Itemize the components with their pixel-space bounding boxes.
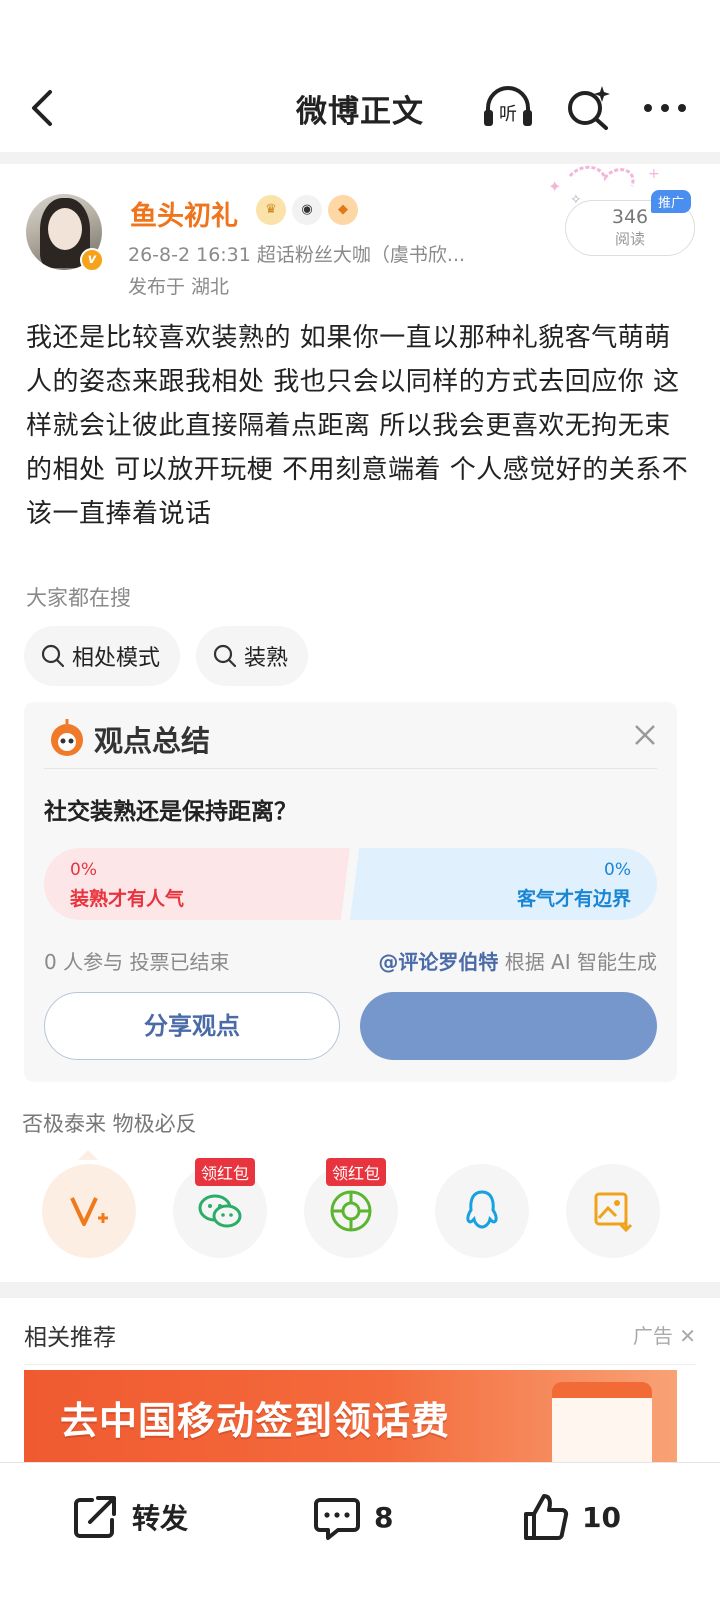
comment-button[interactable]: 8	[312, 1487, 393, 1547]
wechat-share-button[interactable]: 领红包	[173, 1158, 267, 1258]
hot-search-label: 大家都在搜	[26, 586, 131, 610]
ad-label[interactable]: 广告 ✕	[633, 1320, 696, 1349]
promo-tag: 推广	[651, 190, 692, 213]
bottom-action-bar: 转发 8 10	[0, 1462, 720, 1612]
comment-icon	[314, 1498, 360, 1540]
ad-banner[interactable]: 去中国移动签到领话费	[24, 1370, 677, 1466]
post-meta: 26-8-2 16:31 超话粉丝大咖（虞书欣...	[128, 244, 466, 266]
header-separator	[0, 152, 720, 164]
search-icon	[41, 644, 65, 668]
search-chip[interactable]: 相处模式	[24, 626, 181, 686]
svg-text:✦: ✦	[548, 177, 561, 196]
moments-share-button[interactable]: 领红包	[304, 1158, 398, 1258]
vplus-share-button[interactable]	[42, 1164, 136, 1258]
calendar-illustration-icon	[552, 1382, 652, 1466]
save-image-icon	[594, 1192, 633, 1233]
wechat-icon	[198, 1194, 242, 1228]
hot-search-chips: 相处模式 装熟	[24, 626, 309, 686]
vote-option-left[interactable]: 0% 装熟才有人气	[44, 848, 350, 920]
svg-text:+: +	[648, 166, 660, 182]
red-packet-badge: 领红包	[195, 1158, 256, 1186]
vote-right-percent: 0%	[604, 860, 631, 880]
page-title: 微博正文	[296, 94, 424, 130]
post-location: 发布于 湖北	[128, 276, 230, 298]
red-packet-badge: 领红包	[326, 1158, 387, 1186]
search-chip-label: 装熟	[244, 646, 289, 671]
summary-divider	[44, 768, 657, 769]
vote-right-label: 客气才有边界	[516, 888, 631, 910]
moments-icon	[330, 1190, 372, 1232]
vote-participants: 0 人参与 投票已结束	[44, 950, 230, 974]
top-nav-bar: 微博正文 听	[0, 60, 720, 156]
vplus-icon	[70, 1197, 108, 1226]
medal-badges: ♛ ◉ ◆	[256, 194, 358, 226]
search-chip[interactable]: 装熟	[196, 626, 309, 686]
vote-option-right[interactable]: 0% 客气才有边界	[350, 848, 657, 920]
summary-question: 社交装熟还是保持距离？	[44, 799, 297, 825]
username[interactable]: 鱼头初礼	[130, 194, 238, 233]
section-separator	[0, 1282, 720, 1298]
vote-left-percent: 0%	[70, 860, 97, 880]
repost-icon	[74, 1496, 116, 1538]
panda-medal-icon[interactable]: ◉	[292, 195, 322, 225]
like-count: 10	[582, 1500, 621, 1534]
read-label: 阅读	[614, 230, 645, 248]
ai-suffix: 根据 AI 智能生成	[498, 950, 657, 974]
qq-share-button[interactable]	[435, 1164, 529, 1258]
post-content: 我还是比较喜欢装熟的 如果你一直以那种礼貌客气萌萌人的姿态来跟我相处 我也只会以…	[26, 323, 689, 529]
thumbs-up-icon	[524, 1494, 569, 1540]
opinion-summary-card: 观点总结 社交装熟还是保持距离？ 0% 装熟才有人气 0% 客气才有边界 0 人…	[24, 702, 677, 1082]
recommend-divider	[24, 1364, 696, 1365]
ad-banner-text: 去中国移动签到领话费	[60, 1399, 451, 1443]
ai-author-link[interactable]: @评论罗伯特	[378, 950, 498, 974]
repost-button[interactable]: 转发	[70, 1487, 188, 1547]
listen-label: 听	[499, 104, 517, 125]
search-chip-label: 相处模式	[72, 646, 161, 671]
proverb-text: 否极泰来 物极必反	[22, 1112, 197, 1136]
fish-medal-icon[interactable]: ◆	[328, 195, 358, 225]
tooltip-pointer	[78, 1150, 98, 1160]
ad-label-text: 广告	[632, 1324, 673, 1348]
recommend-title: 相关推荐	[24, 1325, 116, 1351]
more-options-icon[interactable]	[640, 90, 690, 126]
summary-title: 观点总结	[94, 724, 211, 758]
qq-icon	[466, 1190, 498, 1229]
crown-medal-icon[interactable]: ♛	[256, 195, 286, 225]
listen-headphone-icon[interactable]: 听	[480, 80, 536, 136]
repost-label: 转发	[132, 1502, 189, 1535]
verified-v-icon: v	[80, 248, 104, 272]
comment-count: 8	[374, 1500, 394, 1534]
like-button[interactable]: 10	[520, 1487, 621, 1547]
share-opinion-button[interactable]: 分享观点	[44, 992, 340, 1060]
close-icon[interactable]	[632, 722, 658, 748]
save-image-share-button[interactable]	[566, 1164, 660, 1258]
ad-close-icon[interactable]: ✕	[673, 1324, 696, 1348]
search-ai-icon[interactable]	[564, 82, 612, 134]
ai-generated-note: @评论罗伯特 根据 AI 智能生成	[378, 946, 657, 975]
robot-mascot-icon	[51, 719, 83, 756]
share-targets-row: 领红包 领红包	[42, 1158, 678, 1260]
primary-action-button[interactable]	[360, 992, 657, 1060]
search-icon	[213, 644, 237, 668]
vote-left-label: 装熟才有人气	[70, 888, 185, 910]
